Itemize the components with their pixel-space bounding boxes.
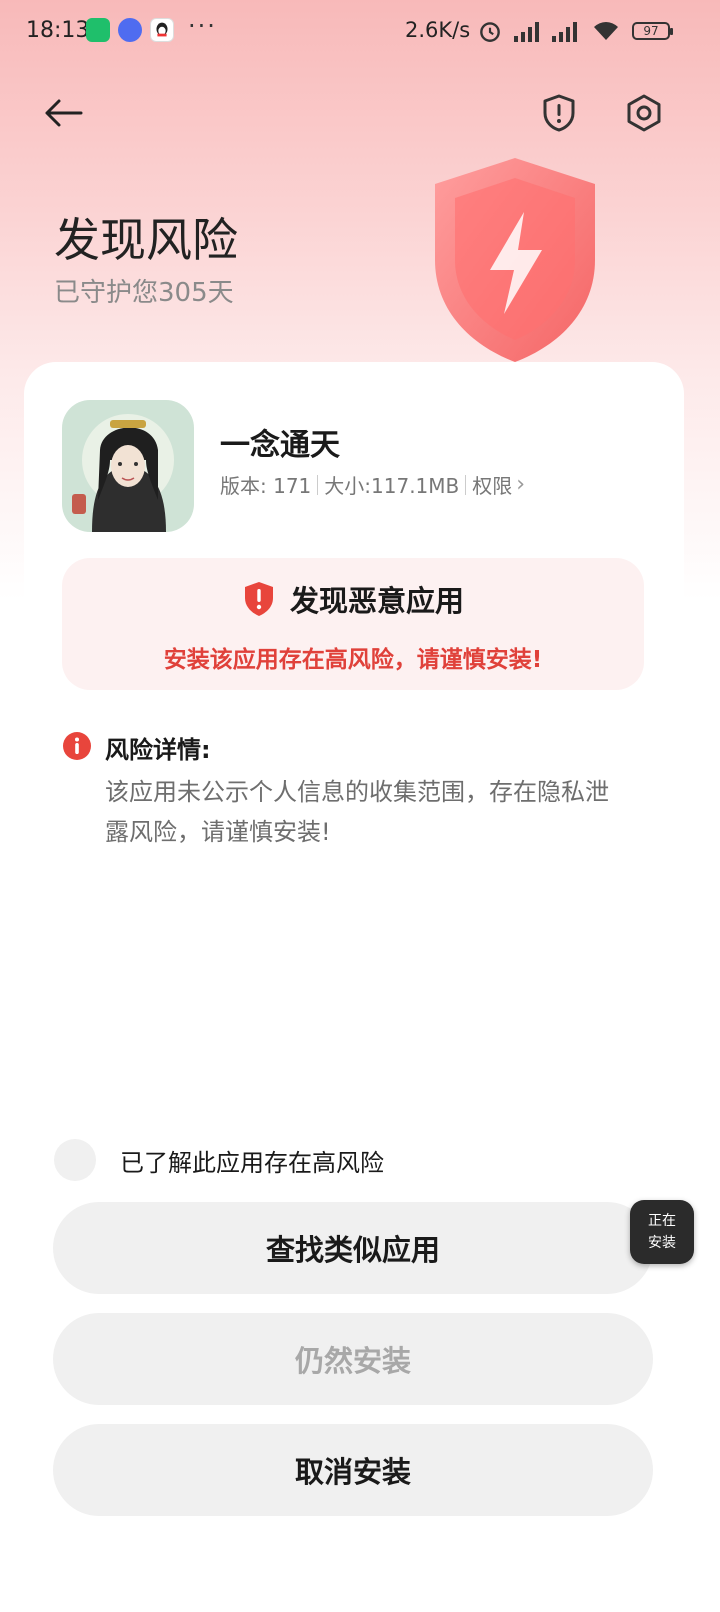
security-app-icon (86, 18, 110, 42)
chevron-right-icon: › (516, 472, 526, 497)
app-size: 大小:117.1MB (324, 474, 460, 498)
status-bar: 18:13 ··· 2.6K/s 97 (0, 0, 720, 64)
settings-button[interactable] (617, 86, 671, 140)
risk-details-label: 风险详情: (105, 736, 211, 764)
risk-details-text: 该应用未公示个人信息的收集范围，存在隐私泄露风险，请谨慎安装! (105, 778, 609, 846)
acknowledge-label: 已了解此应用存在高风险 (120, 1148, 384, 1177)
qq-icon (150, 18, 174, 42)
battery-indicator: 97 (632, 22, 673, 40)
permissions-label: 权限 (472, 474, 513, 498)
protected-days: 已守护您305天 (54, 278, 234, 308)
info-icon (63, 732, 91, 760)
browser-app-icon (118, 18, 142, 42)
shield-alert-icon (543, 94, 575, 132)
warning-header: 发现恶意应用 (62, 578, 644, 620)
status-time: 18:13 (26, 18, 90, 43)
shield-alert-red-icon (244, 582, 273, 616)
installing-line2: 安装 (648, 1235, 676, 1251)
app-meta: 版本: 171 大小:117.1MB 权限 › (220, 470, 525, 499)
wifi-icon (594, 22, 618, 40)
installing-floating-badge[interactable]: 正在 安装 (630, 1200, 694, 1264)
malicious-warning-box: 发现恶意应用 安装该应用存在高风险，请谨慎安装! (62, 558, 644, 690)
installing-line1: 正在 (648, 1213, 676, 1229)
install-anyway-button[interactable]: 仍然安装 (53, 1313, 653, 1405)
security-report-button[interactable] (532, 86, 586, 140)
checkbox-circle[interactable] (54, 1139, 96, 1181)
warning-title: 发现恶意应用 (289, 584, 464, 618)
app-name: 一念通天 (220, 428, 340, 463)
permissions-link[interactable]: 权限 › (472, 470, 525, 499)
risk-shield-illustration (420, 150, 610, 370)
cancel-install-button[interactable]: 取消安装 (53, 1424, 653, 1516)
warning-message: 安装该应用存在高风险，请谨慎安装! (163, 647, 543, 673)
app-version: 版本: 171 (220, 474, 312, 498)
find-similar-apps-button[interactable]: 查找类似应用 (53, 1202, 653, 1294)
acknowledge-risk-checkbox[interactable]: 已了解此应用存在高风险 (54, 1138, 384, 1182)
gear-icon (627, 94, 661, 132)
page-title: 发现风险 (54, 213, 238, 267)
signal-hd-1-icon (514, 22, 539, 42)
meta-divider (465, 474, 467, 495)
net-speed: 2.6K/s (405, 18, 471, 42)
signal-hd-2-icon (552, 22, 577, 42)
more-notifications-icon: ··· (188, 12, 217, 40)
arrow-left-icon (45, 99, 83, 127)
back-button[interactable] (36, 86, 90, 140)
meta-divider (317, 474, 319, 495)
alarm-icon (480, 22, 500, 42)
app-icon (62, 400, 194, 532)
